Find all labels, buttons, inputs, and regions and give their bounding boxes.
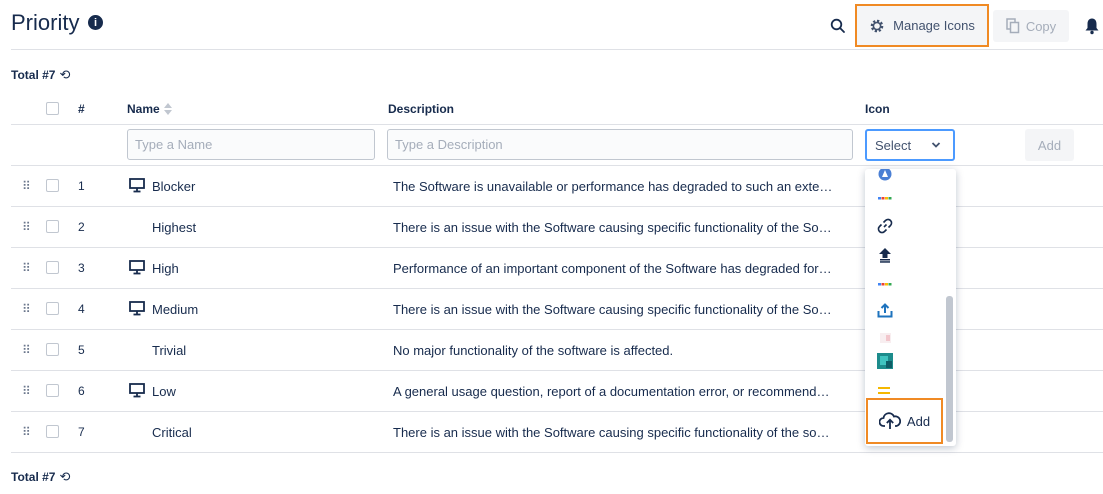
row-description[interactable]: The Software is unavailable or performan…: [393, 179, 833, 194]
row-name[interactable]: Low: [152, 384, 176, 399]
monitor-icon: [129, 383, 145, 398]
row-description[interactable]: A general usage question, report of a do…: [393, 384, 833, 399]
icon-select[interactable]: Select: [865, 129, 955, 161]
bell-icon[interactable]: [1084, 17, 1100, 35]
row-number: 7: [78, 425, 85, 439]
gear-icon: [870, 19, 884, 32]
chevron-down-icon: [932, 142, 941, 148]
pink-image-icon[interactable]: [877, 330, 893, 346]
column-header-name-label: Name: [127, 102, 160, 116]
add-icon-button[interactable]: Add: [866, 398, 943, 444]
cloud-upload-blue-icon[interactable]: [877, 302, 893, 318]
add-row-button[interactable]: Add: [1025, 129, 1074, 161]
row-checkbox[interactable]: [46, 179, 59, 192]
row-number: 4: [78, 302, 85, 316]
drag-handle-icon[interactable]: ⠿: [22, 343, 31, 357]
header-divider-line: [11, 124, 1103, 125]
copy-label: Copy: [1025, 18, 1057, 34]
icon-select-value: Select: [875, 137, 912, 153]
search-icon[interactable]: [829, 17, 847, 35]
google-icon[interactable]: [877, 279, 895, 289]
drag-handle-icon[interactable]: ⠿: [22, 179, 31, 193]
row-description[interactable]: There is an issue with the Software caus…: [393, 220, 833, 235]
drag-handle-icon[interactable]: ⠿: [22, 425, 31, 439]
drag-handle-icon[interactable]: ⠿: [22, 261, 31, 275]
monitor-icon: [129, 260, 145, 275]
row-description[interactable]: Performance of an important component of…: [393, 261, 833, 276]
drag-handle-icon[interactable]: ⠿: [22, 384, 31, 398]
monitor-icon: [129, 178, 145, 193]
row-checkbox[interactable]: [46, 384, 59, 397]
row-checkbox[interactable]: [46, 302, 59, 315]
add-icon-label: Add: [906, 413, 931, 429]
yellow-lines-icon[interactable]: [877, 383, 893, 399]
drag-handle-icon[interactable]: ⠿: [22, 302, 31, 316]
row-number: 2: [78, 220, 85, 234]
info-icon[interactable]: i: [88, 15, 103, 30]
select-all-checkbox[interactable]: [46, 102, 59, 115]
row-number: 5: [78, 343, 85, 357]
total-label: Total #7: [11, 470, 56, 484]
row-checkbox[interactable]: [46, 343, 59, 356]
row-name[interactable]: Critical: [152, 425, 192, 440]
cloud-upload-icon: [878, 412, 901, 429]
row-name[interactable]: Medium: [152, 302, 198, 317]
copy-icon: [1006, 18, 1020, 34]
drag-handle-icon[interactable]: ⠿: [22, 220, 31, 234]
teal-image-icon[interactable]: [877, 353, 893, 369]
column-header-name[interactable]: Name: [127, 102, 173, 116]
page-title: Priority: [11, 10, 80, 35]
total-label: Total #7: [11, 68, 56, 82]
total-count-bottom: Total #7 ⟲: [11, 469, 70, 485]
row-checkbox[interactable]: [46, 425, 59, 438]
row-divider: [11, 452, 1103, 453]
manage-icons-label: Manage Icons: [893, 18, 975, 33]
row-description[interactable]: No major functionality of the software i…: [393, 343, 833, 358]
dropdown-scrollbar[interactable]: [946, 296, 953, 442]
row-number: 3: [78, 261, 85, 275]
row-number: 6: [78, 384, 85, 398]
upload-arrow-icon[interactable]: [877, 247, 893, 263]
google-icon[interactable]: [877, 193, 895, 203]
header-divider: [11, 49, 1103, 50]
manage-icons-button[interactable]: Manage Icons: [855, 4, 989, 47]
row-description[interactable]: There is an issue with the Software caus…: [393, 425, 833, 440]
column-header-description: Description: [388, 102, 455, 116]
row-number: 1: [78, 179, 85, 193]
row-checkbox[interactable]: [46, 220, 59, 233]
row-description[interactable]: There is an issue with the Software caus…: [393, 302, 833, 317]
row-name[interactable]: Blocker: [152, 179, 195, 194]
sort-icon[interactable]: [163, 102, 173, 116]
monitor-icon: [129, 301, 145, 316]
copy-button[interactable]: Copy: [993, 10, 1069, 42]
link-icon[interactable]: [877, 218, 893, 234]
total-count-top: Total #7 ⟲: [11, 67, 70, 83]
column-header-icon: Icon: [865, 102, 890, 116]
row-name[interactable]: Trivial: [152, 343, 186, 358]
description-input[interactable]: Type a Description: [387, 129, 853, 160]
refresh-icon[interactable]: ⟲: [59, 67, 70, 83]
row-name[interactable]: Highest: [152, 220, 196, 235]
row-checkbox[interactable]: [46, 261, 59, 274]
row-name[interactable]: High: [152, 261, 179, 276]
round-blue-icon[interactable]: [877, 169, 893, 182]
column-header-number: #: [78, 102, 85, 116]
name-input[interactable]: Type a Name: [127, 129, 375, 160]
refresh-icon[interactable]: ⟲: [59, 469, 70, 485]
